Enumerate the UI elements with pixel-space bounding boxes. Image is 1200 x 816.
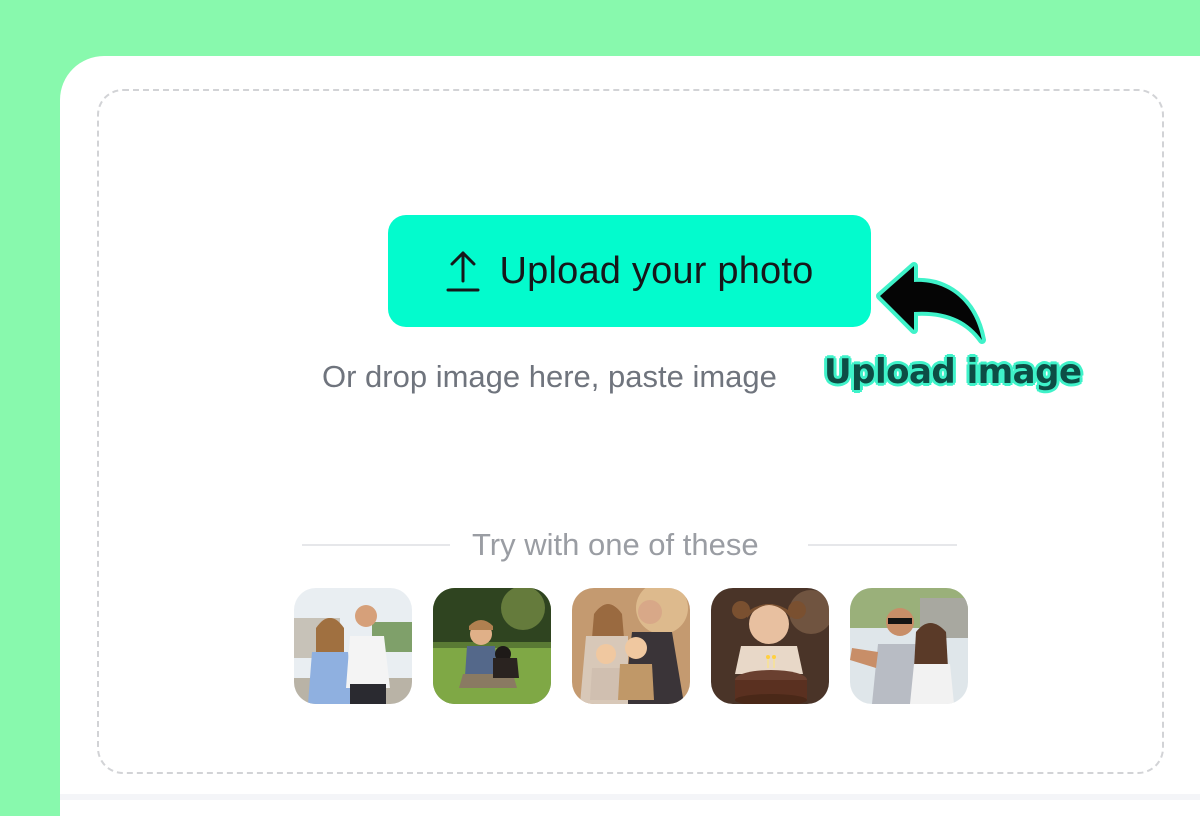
- divider-line-left: [302, 544, 450, 546]
- divider-line-right: [808, 544, 957, 546]
- sample-images: [294, 588, 968, 704]
- sample-image-boy-puppy[interactable]: [433, 588, 551, 704]
- sample-image-selfie[interactable]: [850, 588, 968, 704]
- upload-button-label: Upload your photo: [499, 249, 814, 292]
- upload-photo-button[interactable]: Upload your photo: [388, 215, 871, 327]
- sample-divider: Try with one of these: [302, 526, 957, 566]
- sample-image-couple[interactable]: [294, 588, 412, 704]
- annotation-label: Upload image: [824, 352, 1082, 392]
- samples-heading: Try with one of these: [472, 527, 759, 562]
- drop-hint-text: Or drop image here, paste image: [322, 359, 777, 394]
- sample-image-birthday[interactable]: [711, 588, 829, 704]
- bottom-strip: [60, 794, 1200, 800]
- upload-arrow-icon: [446, 249, 480, 293]
- curved-arrow-icon: [872, 258, 992, 353]
- sample-image-family[interactable]: [572, 588, 690, 704]
